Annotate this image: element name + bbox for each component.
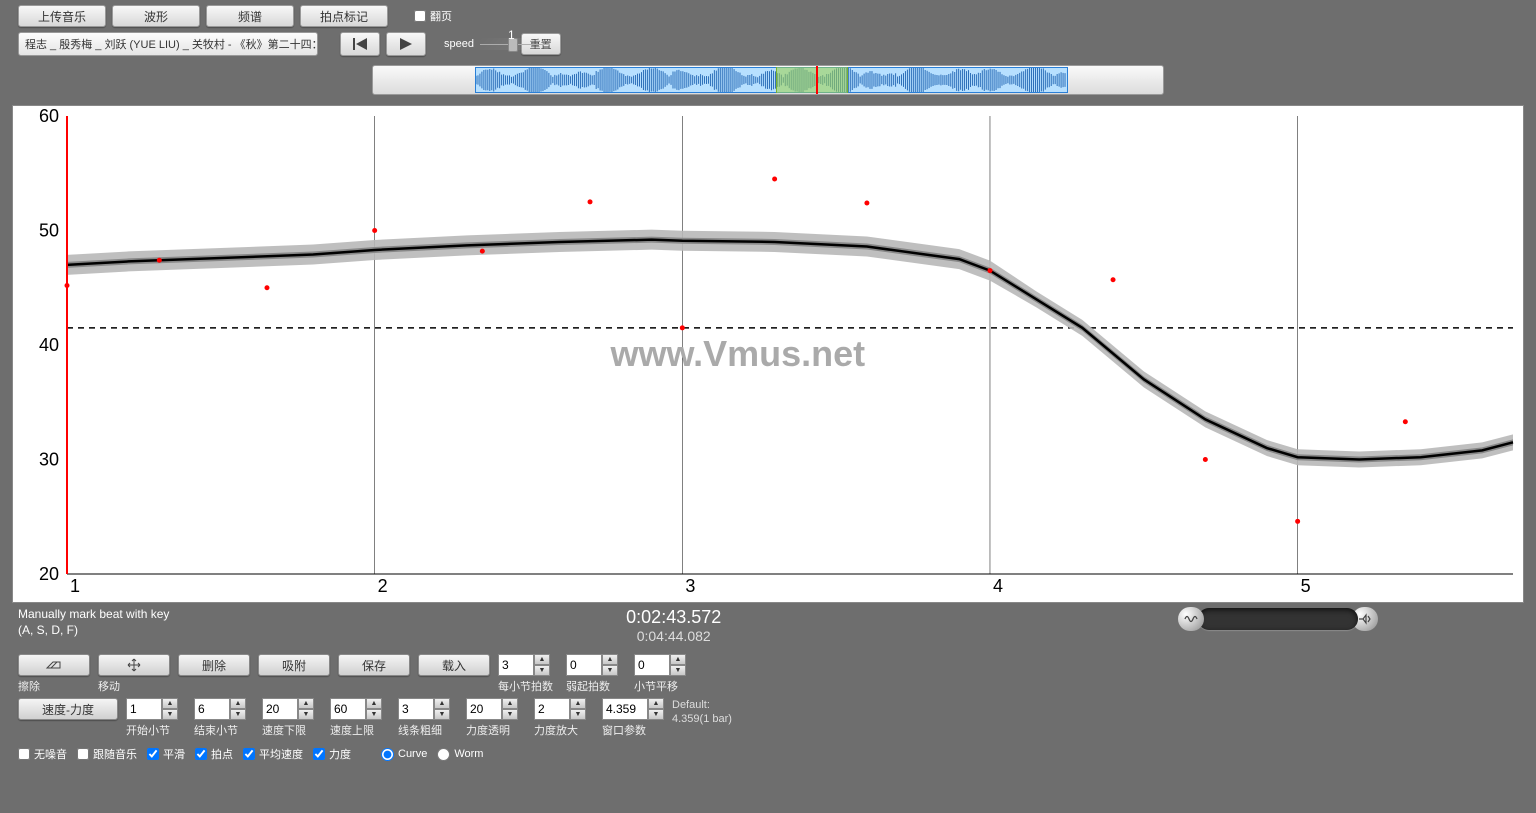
speed-value: 1: [508, 28, 515, 42]
line-thick-label: 线条粗细: [398, 722, 458, 738]
svg-text:20: 20: [39, 564, 59, 584]
erase-button[interactable]: [18, 654, 90, 676]
tempo-min-spinner[interactable]: ▲▼: [262, 698, 314, 720]
svg-text:2: 2: [378, 576, 388, 596]
dyn-alpha-label: 力度透明: [466, 722, 526, 738]
beat-mark-button[interactable]: 拍点标记: [300, 5, 388, 27]
svg-text:50: 50: [39, 221, 59, 241]
window-spinner[interactable]: ▲▼: [602, 698, 664, 720]
svg-text:5: 5: [1301, 576, 1311, 596]
load-button[interactable]: 载入: [418, 654, 490, 676]
svg-text:60: 60: [39, 106, 59, 126]
bar-offset-label: 小节平移: [634, 678, 694, 694]
svg-text:3: 3: [685, 576, 695, 596]
time-total: 0:04:44.082: [169, 628, 1178, 644]
svg-text:4: 4: [993, 576, 1003, 596]
tempo-max-label: 速度上限: [330, 722, 390, 738]
start-bar-label: 开始小节: [126, 722, 186, 738]
hint-text: Manually mark beat with key (A, S, D, F): [18, 607, 169, 638]
dynamics-checkbox[interactable]: 力度: [313, 746, 351, 762]
speed-label: speed: [444, 38, 474, 50]
no-noise-checkbox[interactable]: 无噪音: [18, 746, 67, 762]
tempo-max-spinner[interactable]: ▲▼: [330, 698, 382, 720]
end-bar-spinner[interactable]: ▲▼: [194, 698, 246, 720]
svg-text:1: 1: [70, 576, 80, 596]
track-select-label: 程志 _ 殷秀梅 _ 刘跃 (YUE LIU) _ 关牧村 - 《秋》第二十四：: [25, 36, 318, 52]
curve-radio[interactable]: Curve: [381, 748, 427, 761]
dyn-zoom-spinner[interactable]: ▲▼: [534, 698, 586, 720]
dyn-alpha-spinner[interactable]: ▲▼: [466, 698, 518, 720]
avg-tempo-checkbox[interactable]: 平均速度: [243, 746, 303, 762]
beats-checkbox[interactable]: 拍点: [195, 746, 233, 762]
time-current: 0:02:43.572: [169, 607, 1178, 628]
save-button[interactable]: 保存: [338, 654, 410, 676]
prev-button[interactable]: [340, 32, 380, 56]
end-bar-label: 结束小节: [194, 722, 254, 738]
svg-text:30: 30: [39, 450, 59, 470]
loudness-slider[interactable]: [1198, 608, 1358, 630]
tempo-chart-svg: 1 2 3 4 5 20 30 40 50 60: [13, 106, 1523, 602]
start-bar-spinner[interactable]: ▲▼: [126, 698, 178, 720]
flip-page-label: 翻页: [430, 8, 452, 24]
svg-text:40: 40: [39, 335, 59, 355]
beats-per-bar-spinner[interactable]: ▲▼: [498, 654, 550, 676]
upbeat-label: 弱起拍数: [566, 678, 626, 694]
snap-button[interactable]: 吸附: [258, 654, 330, 676]
line-thick-spinner[interactable]: ▲▼: [398, 698, 450, 720]
tempo-min-label: 速度下限: [262, 722, 322, 738]
spectrum-button[interactable]: 频谱: [206, 5, 294, 27]
erase-label: 擦除: [18, 678, 90, 694]
beats-per-bar-label: 每小节拍数: [498, 678, 558, 694]
move-label: 移动: [98, 678, 170, 694]
waveform-overview[interactable]: [372, 65, 1164, 95]
follow-checkbox[interactable]: 跟随音乐: [77, 746, 137, 762]
tempo-chart[interactable]: 123452030405060 www.Vmus.net: [12, 105, 1524, 603]
waveform-button[interactable]: 波形: [112, 5, 200, 27]
default-text: Default: 4.359(1 bar): [672, 698, 732, 727]
smooth-checkbox[interactable]: 平滑: [147, 746, 185, 762]
upbeat-spinner[interactable]: ▲▼: [566, 654, 618, 676]
window-label: 窗口参数: [602, 722, 664, 738]
worm-radio[interactable]: Worm: [437, 748, 483, 761]
move-button[interactable]: [98, 654, 170, 676]
dyn-zoom-label: 力度放大: [534, 722, 594, 738]
loudness-left-cap: [1178, 607, 1204, 631]
speed-slider[interactable]: [480, 34, 550, 54]
bar-offset-spinner[interactable]: ▲▼: [634, 654, 686, 676]
mode-button[interactable]: 速度-力度: [18, 698, 118, 720]
flip-page-checkbox[interactable]: 翻页: [414, 8, 452, 24]
track-select[interactable]: 程志 _ 殷秀梅 _ 刘跃 (YUE LIU) _ 关牧村 - 《秋》第二十四：: [18, 32, 318, 56]
delete-button[interactable]: 删除: [178, 654, 250, 676]
play-button[interactable]: [386, 32, 426, 56]
upload-music-button[interactable]: 上传音乐: [18, 5, 106, 27]
